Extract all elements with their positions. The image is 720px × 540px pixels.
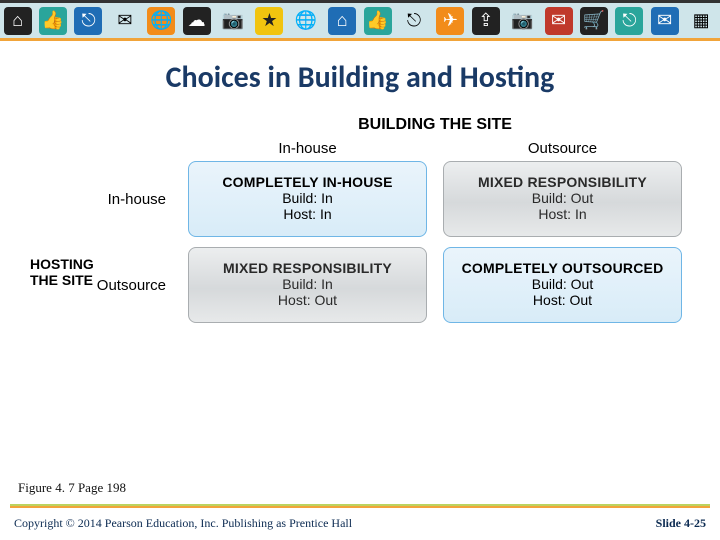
col-label-inhouse: In-house — [180, 136, 435, 161]
sms-icon: ✉ — [110, 6, 140, 36]
slide-number: Slide 4-25 — [656, 516, 706, 531]
cell-line: Build: Out — [452, 276, 673, 292]
camera-icon: 📷 — [507, 6, 537, 36]
cell-head: MIXED RESPONSIBILITY — [197, 260, 418, 276]
house-icon: ⌂ — [328, 7, 356, 35]
figure-caption: Figure 4. 7 Page 198 — [18, 480, 126, 496]
cell-line: Host: Out — [452, 292, 673, 308]
figure-matrix: BUILDING THE SITE In-house Outsource HOS… — [0, 106, 720, 540]
footer: Copyright © 2014 Pearson Education, Inc.… — [10, 506, 710, 534]
copyright-text: Copyright © 2014 Pearson Education, Inc.… — [14, 516, 352, 531]
wifi-icon: ⎋ — [399, 6, 429, 36]
sms-icon: ✉ — [651, 7, 679, 35]
matrix-row-outsource: Outsource MIXED RESPONSIBILITY Build: In… — [30, 247, 690, 323]
cell-line: Host: Out — [197, 292, 418, 308]
map-icon: ▦ — [686, 6, 716, 36]
cell-out-out: COMPLETELY OUTSOURCED Build: Out Host: O… — [443, 247, 682, 323]
mail-icon: ✉ — [545, 7, 573, 35]
decorative-icon-banner: ⌂ 👍 ⎋ ✉ 🌐 ☁ 📷 ★ 🌐 ⌂ 👍 ⎋ ✈ ⇪ 📷 ✉ 🛒 ⎋ ✉ ▦ — [0, 0, 720, 38]
cell-line: Build: In — [197, 190, 418, 206]
row-label-inhouse: In-house — [108, 191, 166, 208]
wifi-icon: ⎋ — [74, 7, 102, 35]
cell-in-in: COMPLETELY IN-HOUSE Build: In Host: In — [188, 161, 427, 237]
house-icon: ⌂ — [4, 7, 32, 35]
share-icon: ⇪ — [472, 7, 500, 35]
cell-head: MIXED RESPONSIBILITY — [452, 174, 673, 190]
slide-title: Choices in Building and Hosting — [0, 59, 720, 96]
slide: ⌂ 👍 ⎋ ✉ 🌐 ☁ 📷 ★ 🌐 ⌂ 👍 ⎋ ✈ ⇪ 📷 ✉ 🛒 ⎋ ✉ ▦ … — [0, 0, 720, 540]
building-header: BUILDING THE SITE — [180, 116, 690, 134]
cell-in-out: MIXED RESPONSIBILITY Build: Out Host: In — [443, 161, 682, 237]
globe-icon: 🌐 — [147, 7, 175, 35]
matrix-row-inhouse: In-house COMPLETELY IN-HOUSE Build: In H… — [30, 161, 690, 237]
cloud-icon: ☁ — [183, 7, 211, 35]
col-label-outsource: Outsource — [435, 136, 690, 161]
cell-out-in: MIXED RESPONSIBILITY Build: In Host: Out — [188, 247, 427, 323]
cart-icon: 🛒 — [580, 7, 608, 35]
cell-line: Host: In — [197, 206, 418, 222]
banner-underline — [0, 38, 720, 41]
wifi-icon: ⎋ — [615, 7, 643, 35]
thumbs-up-icon: 👍 — [39, 7, 67, 35]
camera-icon: 📷 — [218, 6, 248, 36]
hosting-header: HOSTING THE SITE — [30, 256, 114, 288]
cell-head: COMPLETELY IN-HOUSE — [197, 174, 418, 190]
star-icon: ★ — [255, 7, 283, 35]
globe-icon: 🌐 — [291, 6, 321, 36]
cell-line: Build: Out — [452, 190, 673, 206]
column-labels: In-house Outsource — [180, 136, 690, 161]
thumbs-up-icon: 👍 — [364, 7, 392, 35]
cell-line: Build: In — [197, 276, 418, 292]
cell-line: Host: In — [452, 206, 673, 222]
cell-head: COMPLETELY OUTSOURCED — [452, 260, 673, 276]
plane-icon: ✈ — [436, 7, 464, 35]
